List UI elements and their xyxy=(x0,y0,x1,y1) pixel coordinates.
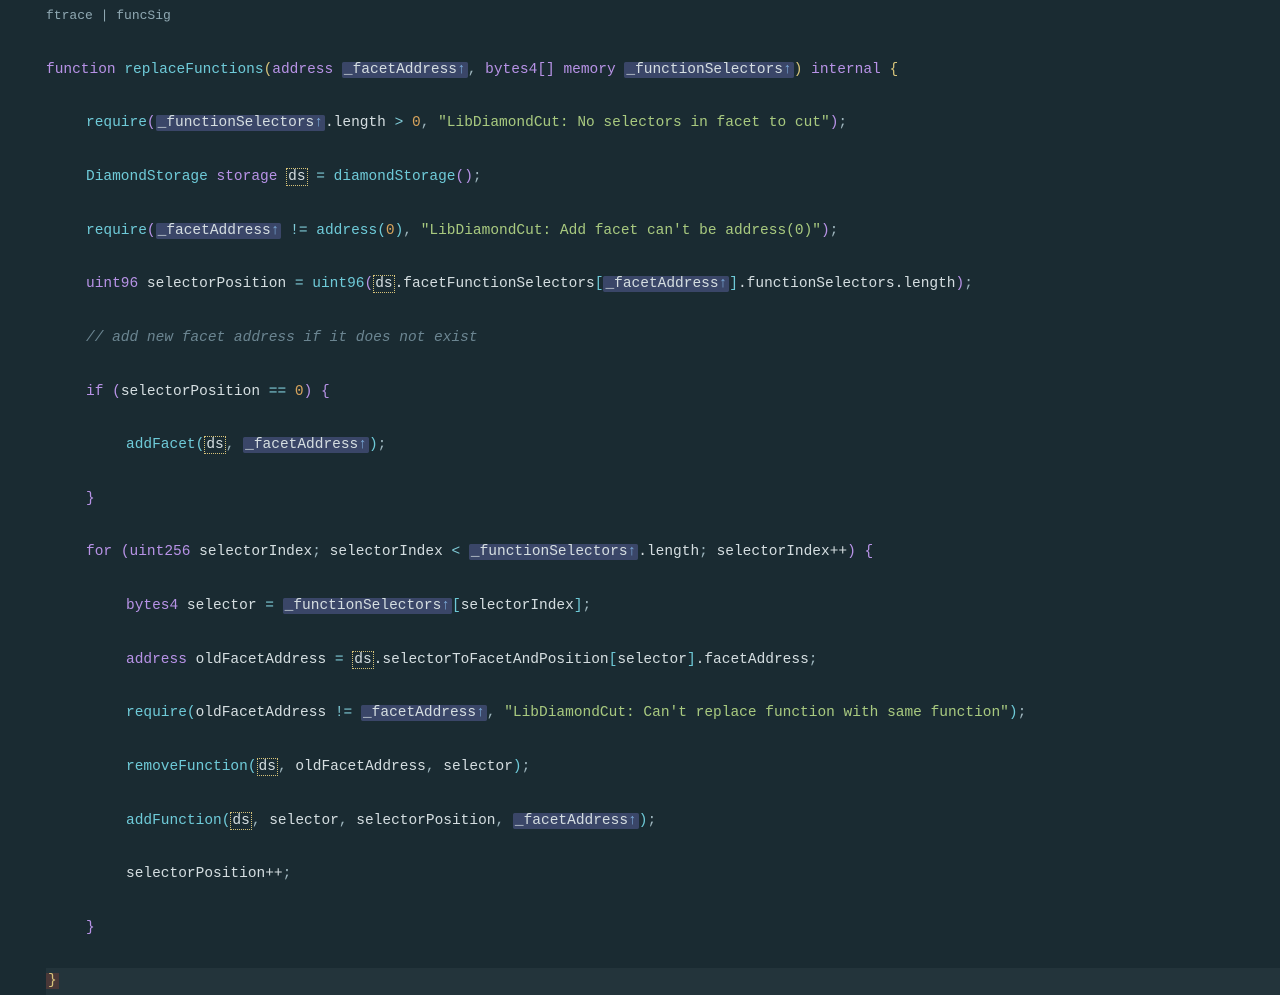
up-arrow-icon: ↑ xyxy=(314,115,323,131)
arg-functionSelectors[interactable]: _functionSelectors↑ xyxy=(469,544,638,560)
code-line[interactable]: // add new facet address if it does not … xyxy=(46,325,1280,352)
code-line[interactable]: addFacet(ds, _facetAddress↑); xyxy=(46,432,1280,459)
keyword-storage: storage xyxy=(217,169,278,185)
code-editor[interactable]: function replaceFunctions(address _facet… xyxy=(0,30,1280,995)
var-ds[interactable]: ds xyxy=(352,651,373,669)
arg-facetAddress[interactable]: _facetAddress↑ xyxy=(243,437,369,453)
call-diamondStorage: diamondStorage xyxy=(334,169,456,185)
keyword-function: function xyxy=(46,62,116,78)
code-line[interactable]: for (uint256 selectorIndex; selectorInde… xyxy=(46,539,1280,566)
code-line[interactable]: } xyxy=(46,915,1280,942)
code-line[interactable]: require(_facetAddress↑ != address(0), "L… xyxy=(46,218,1280,245)
var-ds[interactable]: ds xyxy=(286,168,307,186)
arg-facetAddress[interactable]: _facetAddress↑ xyxy=(513,813,639,829)
call-require: require xyxy=(126,705,187,721)
up-arrow-icon: ↑ xyxy=(628,544,637,560)
breadcrumb: ftrace | funcSig xyxy=(0,4,1280,30)
type-uint96: uint96 xyxy=(86,276,138,292)
code-line[interactable]: removeFunction(ds, oldFacetAddress, sele… xyxy=(46,754,1280,781)
up-arrow-icon: ↑ xyxy=(719,276,728,292)
call-addFunction: addFunction xyxy=(126,813,222,829)
var-selectorPosition: selectorPosition xyxy=(147,276,286,292)
type-address: address xyxy=(272,62,333,78)
code-line[interactable]: selectorPosition++; xyxy=(46,861,1280,888)
up-arrow-icon: ↑ xyxy=(628,813,637,829)
code-line[interactable]: bytes4 selector = _functionSelectors↑[se… xyxy=(46,593,1280,620)
up-arrow-icon: ↑ xyxy=(476,705,485,721)
call-require: require xyxy=(86,223,147,239)
matching-brace: } xyxy=(46,973,59,989)
call-address: address xyxy=(316,223,377,239)
keyword-if: if xyxy=(86,384,103,400)
arg-facetAddress[interactable]: _facetAddress↑ xyxy=(156,223,282,239)
up-arrow-icon: ↑ xyxy=(271,223,280,239)
type-bytes4: bytes4 xyxy=(126,598,178,614)
var-ds[interactable]: ds xyxy=(373,275,394,293)
keyword-memory: memory xyxy=(563,62,615,78)
var-ds[interactable]: ds xyxy=(230,812,251,830)
code-line[interactable]: uint96 selectorPosition = uint96(ds.face… xyxy=(46,271,1280,298)
arg-facetAddress[interactable]: _facetAddress↑ xyxy=(361,705,487,721)
string-literal: "LibDiamondCut: No selectors in facet to… xyxy=(438,115,830,131)
up-arrow-icon: ↑ xyxy=(783,62,792,78)
code-line-current[interactable]: } xyxy=(46,968,1280,995)
string-literal: "LibDiamondCut: Can't replace function w… xyxy=(504,705,1009,721)
call-addFacet: addFacet xyxy=(126,437,196,453)
up-arrow-icon: ↑ xyxy=(441,598,450,614)
type-address: address xyxy=(126,652,187,668)
code-line[interactable]: require(_functionSelectors↑.length > 0, … xyxy=(46,110,1280,137)
code-line[interactable]: } xyxy=(46,486,1280,513)
comment: // add new facet address if it does not … xyxy=(86,330,478,346)
keyword-for: for xyxy=(86,544,112,560)
call-removeFunction: removeFunction xyxy=(126,759,248,775)
code-line[interactable]: if (selectorPosition == 0) { xyxy=(46,379,1280,406)
up-arrow-icon: ↑ xyxy=(358,437,367,453)
type-DiamondStorage: DiamondStorage xyxy=(86,169,208,185)
param-facetAddress[interactable]: _facetAddress↑ xyxy=(342,62,468,78)
var-ds[interactable]: ds xyxy=(257,758,278,776)
arg-functionSelectors[interactable]: _functionSelectors↑ xyxy=(156,115,325,131)
call-require: require xyxy=(86,115,147,131)
string-literal: "LibDiamondCut: Add facet can't be addre… xyxy=(421,223,821,239)
arg-functionSelectors[interactable]: _functionSelectors↑ xyxy=(283,598,452,614)
up-arrow-icon: ↑ xyxy=(457,62,466,78)
code-line[interactable]: address oldFacetAddress = ds.selectorToF… xyxy=(46,647,1280,674)
code-line[interactable]: require(oldFacetAddress != _facetAddress… xyxy=(46,700,1280,727)
arg-facetAddress[interactable]: _facetAddress↑ xyxy=(603,276,729,292)
code-line[interactable]: function replaceFunctions(address _facet… xyxy=(46,57,1280,84)
var-ds[interactable]: ds xyxy=(204,436,225,454)
param-functionSelectors[interactable]: _functionSelectors↑ xyxy=(624,62,793,78)
call-uint96: uint96 xyxy=(312,276,364,292)
code-line[interactable]: addFunction(ds, selector, selectorPositi… xyxy=(46,808,1280,835)
code-line[interactable]: DiamondStorage storage ds = diamondStora… xyxy=(46,164,1280,191)
function-name: replaceFunctions xyxy=(124,62,263,78)
keyword-internal: internal xyxy=(811,62,881,78)
type-bytes4-arr: bytes4[] xyxy=(485,62,555,78)
type-uint256: uint256 xyxy=(130,544,191,560)
